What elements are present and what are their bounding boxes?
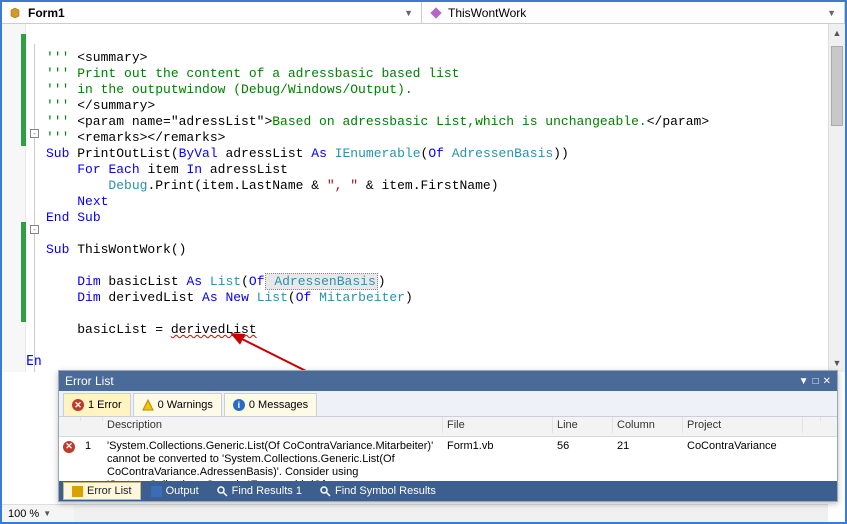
output-tab[interactable]: Output	[143, 482, 207, 500]
warning-icon	[142, 399, 154, 411]
code-editor[interactable]: - - ''' <summary> ''' Print out the cont…	[2, 24, 845, 372]
error-icon: ✕	[72, 399, 84, 411]
dropdown-icon[interactable]: ▼	[827, 8, 836, 18]
find-symbol-icon	[320, 486, 331, 497]
dropdown-icon[interactable]: ▼	[799, 376, 809, 387]
class-tab-label: Form1	[28, 6, 65, 20]
chevron-down-icon[interactable]: ▼	[43, 509, 51, 518]
messages-tab[interactable]: i 0 Messages	[224, 393, 317, 416]
warnings-tab[interactable]: 0 Warnings	[133, 393, 222, 416]
col-project[interactable]: Project	[683, 417, 803, 433]
bottom-toolwindow-tabs: Error List Output Find Results 1 Find Sy…	[59, 481, 837, 501]
find-icon	[217, 486, 228, 497]
findsymbol-tab[interactable]: Find Symbol Results	[312, 482, 444, 500]
error-list-titlebar[interactable]: Error List ▼ □ ✕	[59, 371, 837, 391]
code-content[interactable]: ''' <summary> ''' Print out the content …	[46, 34, 709, 354]
row-description: 'System.Collections.Generic.List(Of CoCo…	[103, 439, 443, 481]
horizontal-scrollbar[interactable]	[74, 504, 828, 522]
grid-header[interactable]: Description File Line Column Project	[59, 417, 837, 437]
context-tabs: Form1 ▼ ThisWontWork ▼	[2, 2, 845, 24]
outline-collapse[interactable]: -	[30, 225, 39, 234]
class-tab[interactable]: Form1 ▼	[2, 2, 422, 23]
class-icon	[10, 7, 24, 19]
scroll-thumb[interactable]	[831, 46, 843, 126]
error-icon: ✕	[63, 441, 75, 453]
method-tab[interactable]: ThisWontWork ▼	[422, 2, 845, 23]
output-icon	[151, 486, 162, 497]
dropdown-icon[interactable]: ▼	[404, 8, 413, 18]
error-list-panel: Error List ▼ □ ✕ ✕ 1 Error 0 Warnings i …	[58, 370, 838, 502]
col-line[interactable]: Line	[553, 417, 613, 433]
error-filter-tabs: ✕ 1 Error 0 Warnings i 0 Messages	[59, 391, 837, 417]
change-marker	[21, 222, 26, 322]
list-icon	[72, 486, 83, 497]
error-list-title: Error List	[65, 374, 114, 388]
row-number: 1	[81, 439, 103, 453]
row-line: 56	[553, 439, 613, 453]
scroll-up-icon[interactable]: ▲	[829, 24, 845, 42]
col-file[interactable]: File	[443, 417, 553, 433]
pin-icon[interactable]: □	[813, 376, 819, 387]
method-tab-label: ThisWontWork	[448, 6, 526, 20]
zoom-control[interactable]: 100 % ▼	[2, 504, 74, 522]
vertical-scrollbar[interactable]: ▲ ▼	[828, 24, 845, 372]
close-icon[interactable]: ✕	[823, 376, 831, 387]
error-row[interactable]: ✕ 1 'System.Collections.Generic.List(Of …	[59, 437, 837, 481]
col-description[interactable]: Description	[103, 417, 443, 433]
truncated-end: En	[26, 354, 42, 369]
zoom-value: 100 %	[8, 508, 39, 520]
findresults1-tab[interactable]: Find Results 1	[209, 482, 310, 500]
row-project: CoContraVariance	[683, 439, 803, 453]
row-column: 21	[613, 439, 683, 453]
outline-collapse[interactable]: -	[30, 129, 39, 138]
change-marker	[21, 34, 26, 146]
errors-tab[interactable]: ✕ 1 Error	[63, 393, 131, 416]
info-icon: i	[233, 399, 245, 411]
outline-guide	[34, 44, 35, 372]
row-file: Form1.vb	[443, 439, 553, 453]
method-icon	[430, 7, 444, 19]
error-grid[interactable]: Description File Line Column Project ✕ 1…	[59, 417, 837, 481]
col-column[interactable]: Column	[613, 417, 683, 433]
errorlist-tab[interactable]: Error List	[63, 482, 141, 500]
